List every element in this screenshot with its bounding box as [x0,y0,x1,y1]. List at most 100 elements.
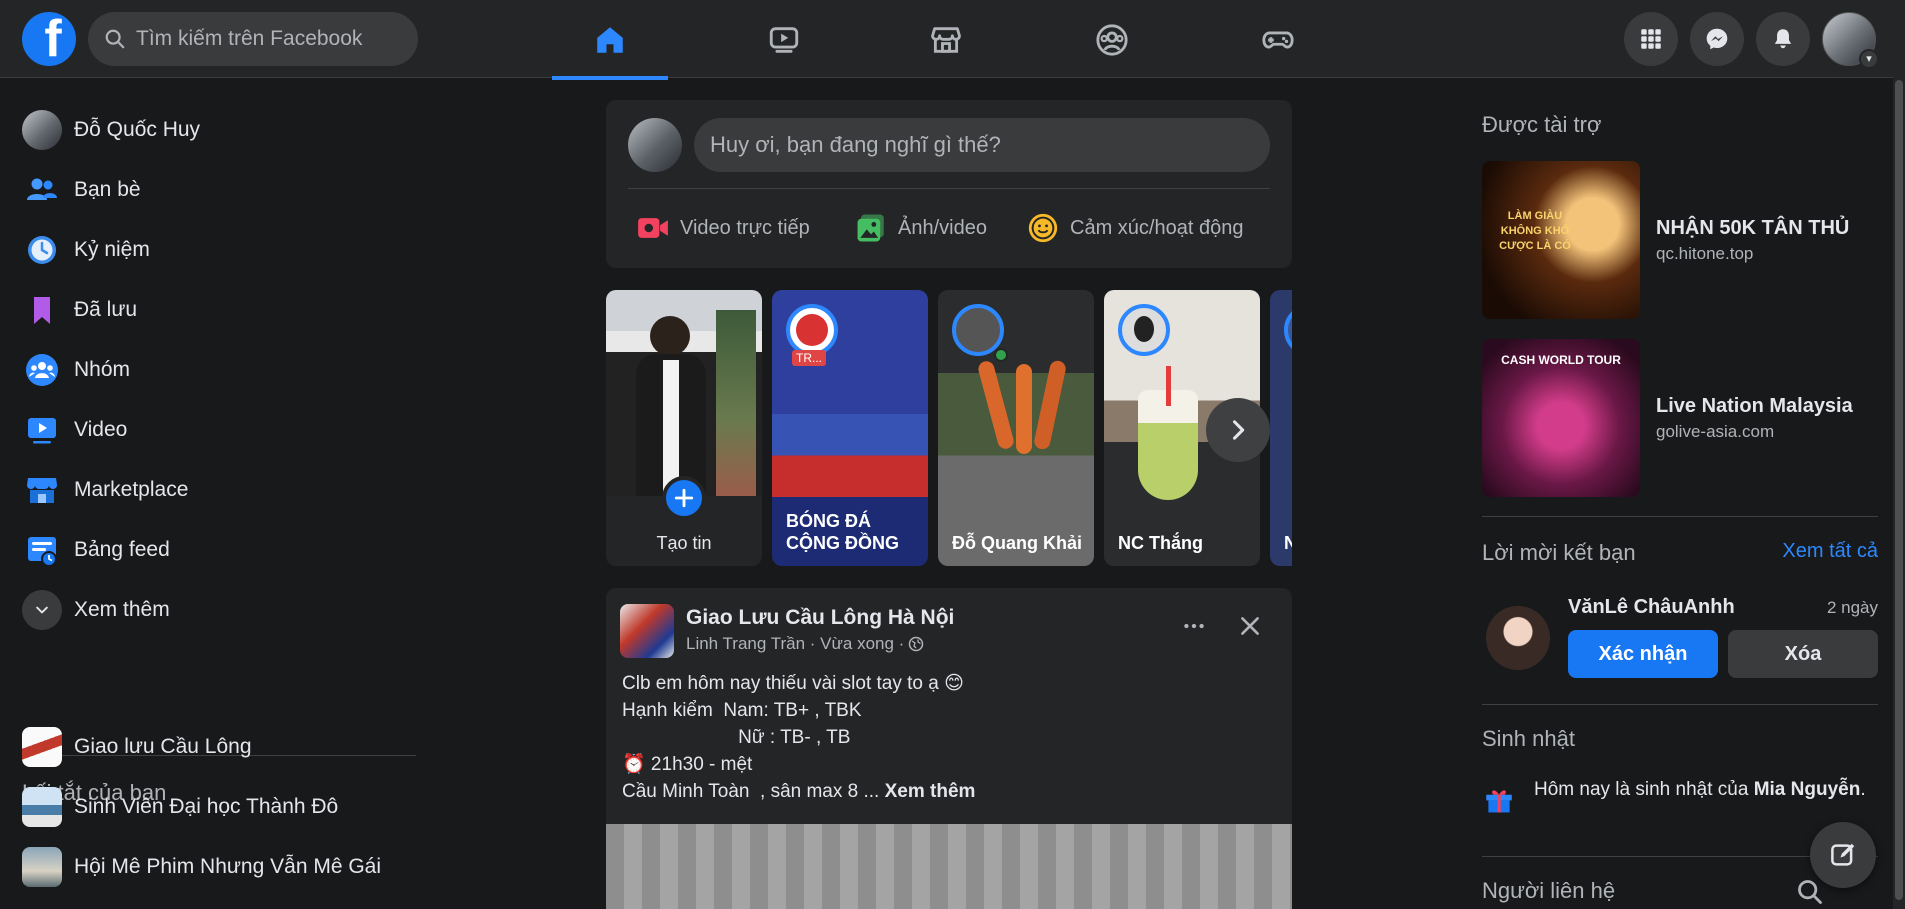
chevron-down-icon: ▾ [1859,49,1879,69]
request-name[interactable]: VănLê ChâuAnhh [1568,596,1735,619]
tab-gaming[interactable] [1220,4,1336,76]
menu-button[interactable] [1624,12,1678,66]
store-icon [931,27,961,53]
account-avatar[interactable]: ▾ [1822,12,1879,69]
story-card[interactable]: Đỗ Quang Khải [938,290,1094,566]
sidebar-item-groups[interactable]: Nhóm [22,345,130,395]
sidebar-item-label: Đỗ Quốc Huy [74,118,201,141]
group-thumbnail [22,727,62,767]
search-icon[interactable] [1796,878,1824,906]
ad-site: qc.hitone.top [1656,243,1754,263]
see-all-link[interactable]: Xem tất cả [1782,540,1878,563]
chevron-down-icon [22,590,62,630]
post-hide-button[interactable] [1230,606,1270,646]
feeling-activity-button[interactable]: Cảm xúc/hoạt động [1026,208,1243,248]
sidebar-item-friends[interactable]: Bạn bè [22,165,141,215]
composer-input[interactable]: Huy ơi, bạn đang nghĩ gì thế? [694,118,1270,172]
smiley-icon [1028,213,1058,243]
stories-tray: Tạo tin TR... BÓNG ĐÁ CỘNG ĐỒNG Đỗ Quang… [606,290,1292,566]
group-thumbnail [22,847,62,887]
live-video-icon [638,218,668,238]
post-line: ⏰ 21h30 - mệt [622,754,753,775]
scrollbar-thumb[interactable] [1895,80,1903,900]
contacts-heading: Người liên hệ [1482,878,1616,903]
groups-icon [1096,24,1128,56]
more-dots-icon [1184,623,1204,629]
divider [1482,704,1878,705]
sidebar-item-profile[interactable]: Đỗ Quốc Huy [22,105,200,155]
birthday-name[interactable]: Mia Nguyễn [1754,779,1861,800]
facebook-logo[interactable]: f [22,12,76,66]
home-icon [597,27,623,53]
group-thumbnail [22,787,62,827]
shortcut-label: Hội Mê Phim Nhưng Vẫn Mê Gái [74,855,382,878]
tab-watch[interactable] [726,4,842,76]
post-line: Clb em hôm nay thiếu vài slot tay to ạ 😊 [622,673,964,694]
shortcut-item[interactable]: Hội Mê Phim Nhưng Vẫn Mê Gái [22,842,381,892]
story-name: Đỗ Quang Khải [952,533,1082,553]
post-image[interactable] [606,824,1292,909]
sidebar-item-feeds[interactable]: Bảng feed [22,525,170,575]
compose-edit-icon [1831,843,1855,866]
ad-title: NHẬN 50K TÂN THỦ [1656,216,1850,239]
shortcut-label: Sinh Viên Đại học Thành Đô [74,795,339,818]
avatar[interactable] [1486,606,1550,670]
search-input[interactable] [136,27,396,51]
top-navigation-bar: f ▾ [0,0,1905,80]
add-story-plus-icon[interactable] [662,476,706,520]
group-avatar[interactable] [620,604,674,658]
sidebar-item-label: Video [74,418,128,441]
post-group-name[interactable]: Giao Lưu Cầu Lông Hà Nội [686,606,954,630]
shortcut-item[interactable]: Giao lưu Cầu Lông [22,722,252,772]
feed-post: Giao Lưu Cầu Lông Hà Nội Linh Trang Trần… [606,588,1292,909]
ad-item[interactable]: LÀM GIÀU KHÔNG KHÓ CƯỢC LÀ CÓ NHẬN 50K T… [1482,160,1878,320]
sidebar-item-label: Nhóm [74,358,131,381]
story-name: NC Thắng [1118,533,1203,553]
notifications-button[interactable] [1756,12,1810,66]
confirm-button[interactable]: Xác nhận [1568,630,1718,678]
ad-text: Live Nation Malaysia golive-asia.com [1656,395,1853,442]
sidebar-item-see-more[interactable]: Xem thêm [22,585,170,635]
friend-requests-heading: Lời mời kết bạn [1482,540,1636,565]
see-more-link[interactable]: Xem thêm [885,781,976,802]
avatar[interactable] [628,118,682,172]
search-box[interactable] [88,12,418,66]
sidebar-item-memories[interactable]: Kỷ niệm [22,225,150,275]
sidebar-item-saved[interactable]: Đã lưu [22,285,137,335]
post-composer: Huy ơi, bạn đang nghĩ gì thế? Video trực… [606,100,1292,268]
post-author-line[interactable]: Linh Trang Trần · Vừa xong · [686,634,904,654]
tab-marketplace[interactable] [888,4,1004,76]
birthday-prefix: Hôm nay là sinh nhật của [1534,779,1754,800]
chevron-right-icon [1232,420,1245,440]
story-card[interactable]: N C [1270,290,1292,566]
shortcut-item[interactable]: Sinh Viên Đại học Thành Đô [22,782,338,832]
tab-home[interactable] [552,4,668,80]
post-line: Hạnh kiểm Nam: TB+ , TBK [622,700,862,721]
birthday-item[interactable]: Hôm nay là sinh nhật của Mia Nguyễn. [1482,776,1878,816]
groups-icon [22,350,62,390]
messenger-button[interactable] [1690,12,1744,66]
ad-item[interactable]: CASH WORLD TOUR Live Nation Malaysia gol… [1482,338,1878,498]
create-story-card[interactable]: Tạo tin [606,290,762,566]
new-message-button[interactable] [1810,822,1876,888]
ad-title: Live Nation Malaysia [1656,394,1853,417]
post-line: Nữ : TB- , TB [622,727,851,748]
birthday-text: Hôm nay là sinh nhật của Mia Nguyễn. [1534,776,1866,803]
messenger-icon [1706,28,1728,50]
sidebar-item-marketplace[interactable]: Marketplace [22,465,188,515]
divider [1482,516,1878,517]
post-options-button[interactable] [1174,606,1214,646]
video-play-icon [769,27,799,53]
stories-next-button[interactable] [1206,398,1270,462]
sidebar-item-video[interactable]: Video [22,405,127,455]
ad-site: golive-asia.com [1656,421,1775,441]
live-video-button[interactable]: Video trực tiếp [636,208,810,248]
online-dot [994,348,1008,362]
story-card[interactable]: TR... BÓNG ĐÁ CỘNG ĐỒNG [772,290,928,566]
photo-video-button[interactable]: Ảnh/video [854,208,987,248]
logo-letter: f [44,12,62,66]
delete-button[interactable]: Xóa [1728,630,1878,678]
gift-icon [1486,790,1512,813]
memories-clock-icon [22,230,62,270]
tab-groups[interactable] [1054,4,1170,76]
